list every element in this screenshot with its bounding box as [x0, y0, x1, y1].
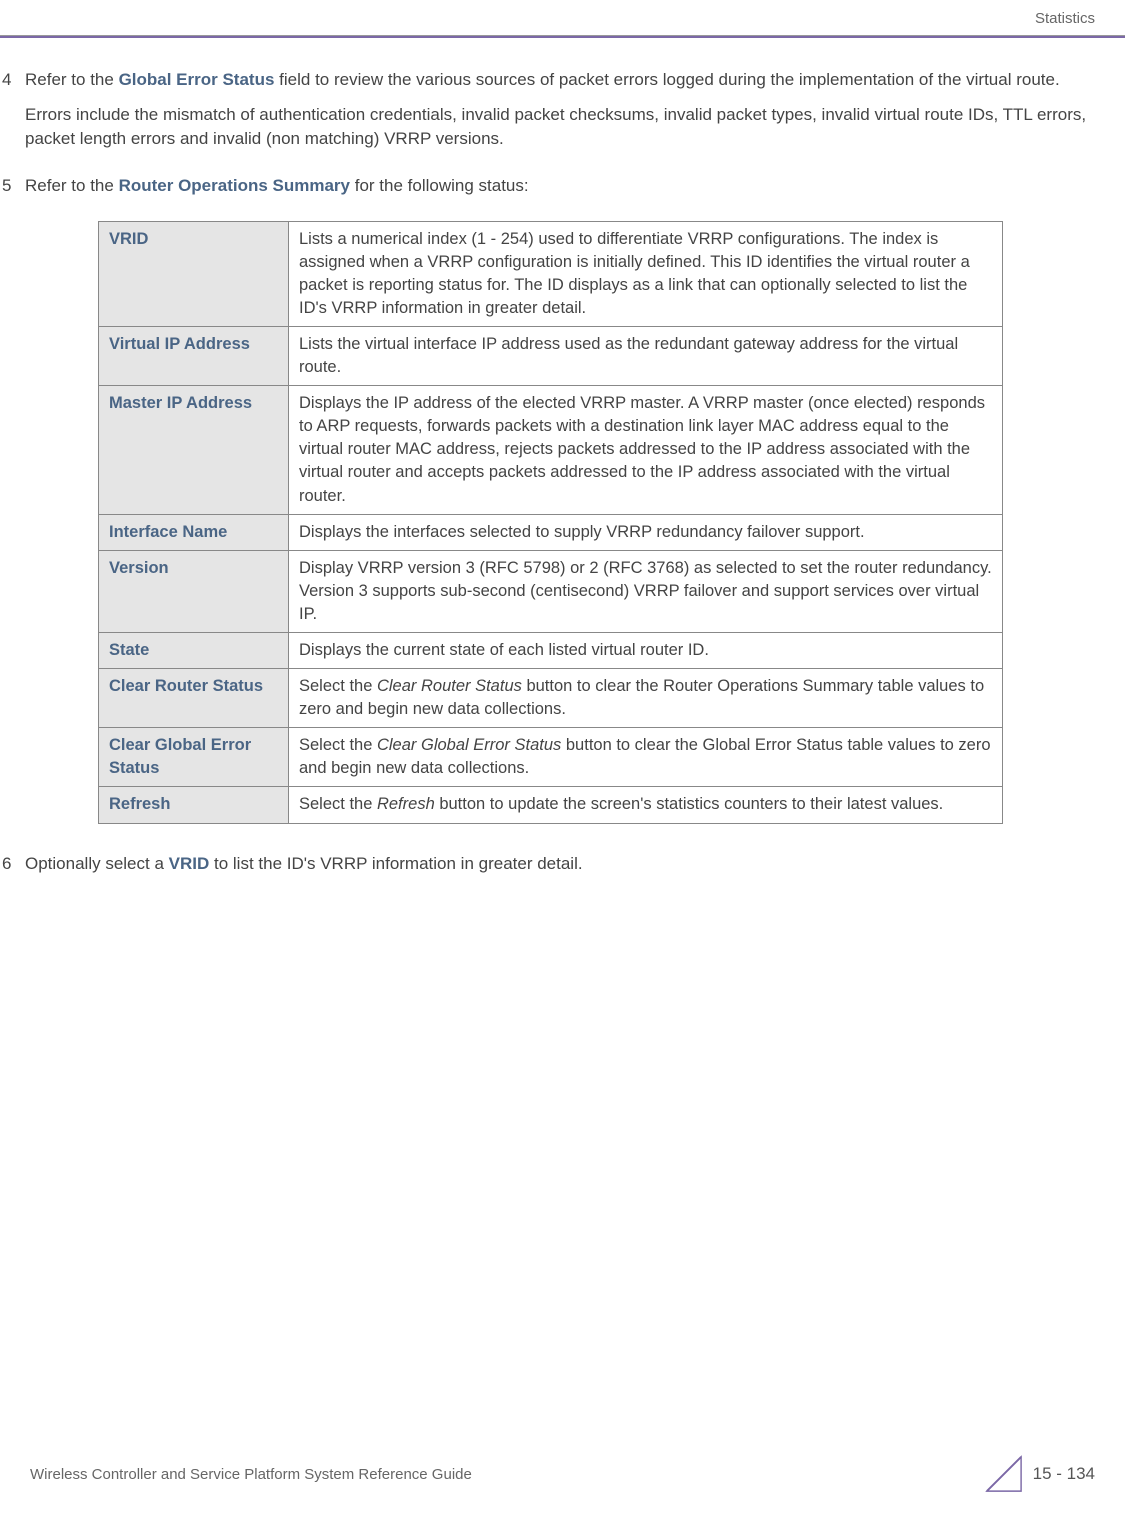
footer-right: 15 - 134 [985, 1455, 1095, 1493]
term-cell: State [99, 632, 289, 668]
footer-title: Wireless Controller and Service Platform… [30, 1466, 472, 1483]
step-number: 5 [0, 174, 25, 209]
step-body: Refer to the Router Operations Summary f… [25, 174, 1095, 209]
table-row: Clear Router Status Select the Clear Rou… [99, 669, 1003, 728]
para-text: Refer to the [25, 70, 119, 89]
term-cell: Version [99, 550, 289, 632]
step-number: 4 [0, 68, 25, 162]
desc-text: Select the [299, 677, 377, 695]
table-row: VRID Lists a numerical index (1 - 254) u… [99, 221, 1003, 326]
table-row: Virtual IP Address Lists the virtual int… [99, 326, 1003, 385]
desc-cell: Select the Clear Router Status button to… [289, 669, 1003, 728]
para-text: Refer to the [25, 176, 119, 195]
para-text: to list the ID's VRRP information in gre… [209, 854, 582, 873]
italic-term: Refresh [377, 795, 435, 813]
para-text: field to review the various sources of p… [274, 70, 1059, 89]
router-operations-table: VRID Lists a numerical index (1 - 254) u… [98, 221, 1003, 824]
step-5: 5 Refer to the Router Operations Summary… [0, 174, 1095, 209]
desc-cell: Select the Clear Global Error Status but… [289, 728, 1003, 787]
step-4: 4 Refer to the Global Error Status field… [0, 68, 1095, 162]
desc-cell: Select the Refresh button to update the … [289, 787, 1003, 823]
page-number: 15 - 134 [1033, 1464, 1095, 1484]
para-text: Errors include the mismatch of authentic… [25, 105, 1086, 149]
term-cell: VRID [99, 221, 289, 326]
step-para: Errors include the mismatch of authentic… [25, 103, 1095, 152]
para-text: for the following status: [350, 176, 529, 195]
desc-text: button to update the screen's statistics… [435, 795, 944, 813]
italic-term: Clear Router Status [377, 677, 522, 695]
term-cell: Refresh [99, 787, 289, 823]
table-row: State Displays the current state of each… [99, 632, 1003, 668]
term-cell: Virtual IP Address [99, 326, 289, 385]
content-area: 4 Refer to the Global Error Status field… [0, 38, 1125, 886]
term-cell: Clear Global Error Status [99, 728, 289, 787]
step-body: Refer to the Global Error Status field t… [25, 68, 1095, 162]
desc-text: Select the [299, 795, 377, 813]
table-row: Master IP Address Displays the IP addres… [99, 386, 1003, 514]
desc-text: Select the [299, 736, 377, 754]
table-row: Version Display VRRP version 3 (RFC 5798… [99, 550, 1003, 632]
header-section: Statistics [1035, 10, 1095, 27]
desc-cell: Displays the current state of each liste… [289, 632, 1003, 668]
table-row: Refresh Select the Refresh button to upd… [99, 787, 1003, 823]
bold-term: Router Operations Summary [119, 176, 350, 195]
table-row: Interface Name Displays the interfaces s… [99, 514, 1003, 550]
desc-cell: Lists the virtual interface IP address u… [289, 326, 1003, 385]
table-row: Clear Global Error Status Select the Cle… [99, 728, 1003, 787]
step-para: Refer to the Router Operations Summary f… [25, 174, 1095, 199]
step-number: 6 [0, 852, 25, 887]
step-body: Optionally select a VRID to list the ID'… [25, 852, 1095, 887]
bold-term: VRID [169, 854, 210, 873]
term-cell: Clear Router Status [99, 669, 289, 728]
desc-cell: Lists a numerical index (1 - 254) used t… [289, 221, 1003, 326]
term-cell: Master IP Address [99, 386, 289, 514]
step-6: 6 Optionally select a VRID to list the I… [0, 852, 1095, 887]
italic-term: Clear Global Error Status [377, 736, 561, 754]
term-cell: Interface Name [99, 514, 289, 550]
desc-cell: Displays the interfaces selected to supp… [289, 514, 1003, 550]
page-header: Statistics [0, 0, 1125, 36]
bold-term: Global Error Status [119, 70, 275, 89]
step-para: Refer to the Global Error Status field t… [25, 68, 1095, 93]
para-text: Optionally select a [25, 854, 169, 873]
desc-cell: Display VRRP version 3 (RFC 5798) or 2 (… [289, 550, 1003, 632]
page-footer: Wireless Controller and Service Platform… [0, 1455, 1125, 1493]
page-corner-icon [985, 1455, 1023, 1493]
desc-cell: Displays the IP address of the elected V… [289, 386, 1003, 514]
step-para: Optionally select a VRID to list the ID'… [25, 852, 1095, 877]
